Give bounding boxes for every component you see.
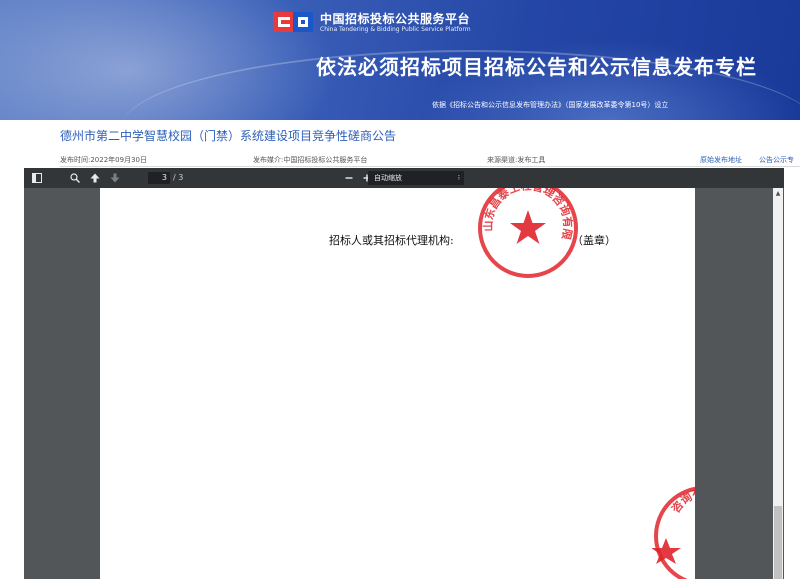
notice-title: 德州市第二中学智慧校园（门禁）系统建设项目竞争性磋商公告 [60, 129, 397, 143]
pdf-viewer[interactable]: 3 / 3 自动缩放 ⁝ 招标人或其招标代理机构: （盖章） 山东昌泰工程管理咨… [24, 168, 784, 579]
publisher-source: 来源渠道:发布工具 [487, 156, 546, 164]
chevron-down-icon: ⁝ [457, 174, 460, 182]
source-platform: 发布媒介:中国招标投标公共服务平台 [253, 156, 368, 164]
publish-time: 发布时间:2022年09月30日 [60, 156, 147, 164]
zoom-select[interactable]: 自动缩放 ⁝ [368, 171, 464, 185]
site-banner: 中国招标投标公共服务平台 China Tendering & Bidding P… [0, 0, 800, 120]
page-number-input[interactable]: 3 [148, 172, 170, 184]
banner-note: 依据《招标公告和公示信息发布管理办法》（国家发展改革委令第10号）设立 [432, 101, 669, 109]
platform-name[interactable]: 中国招标投标公共服务平台 [320, 10, 470, 27]
minus-icon[interactable] [342, 171, 356, 185]
sidebar-toggle-icon[interactable] [30, 171, 44, 185]
company-seal-icon: 山东昌泰工程管理咨询有限公司 [476, 188, 578, 278]
company-seal-2-icon: 咨询有限公司 [652, 484, 695, 579]
pdf-toolbar: 3 / 3 自动缩放 ⁝ [24, 168, 784, 188]
pdf-scrollbar[interactable]: ▲ [773, 188, 783, 579]
search-icon[interactable] [68, 171, 82, 185]
page-total: / 3 [173, 173, 184, 182]
banner-title: 依法必须招标项目招标公告和公示信息发布专栏 [316, 55, 757, 79]
scroll-up-icon[interactable]: ▲ [773, 190, 783, 198]
agency-signature-line: 招标人或其招标代理机构: [329, 234, 454, 247]
pdf-page: 招标人或其招标代理机构: （盖章） 山东昌泰工程管理咨询有限公司 咨询有限公司 [100, 188, 695, 579]
scrollbar-thumb[interactable] [774, 506, 782, 579]
platform-name-en: China Tendering & Bidding Public Service… [320, 26, 471, 33]
notice-column-link[interactable]: 公告公示专 [759, 155, 794, 165]
platform-logo-icon[interactable] [271, 9, 315, 35]
original-address-link[interactable]: 原始发布地址 [700, 155, 742, 165]
arrow-down-icon[interactable] [108, 171, 122, 185]
arrow-up-icon[interactable] [88, 171, 102, 185]
zoom-label: 自动缩放 [374, 174, 402, 182]
divider [60, 166, 800, 167]
